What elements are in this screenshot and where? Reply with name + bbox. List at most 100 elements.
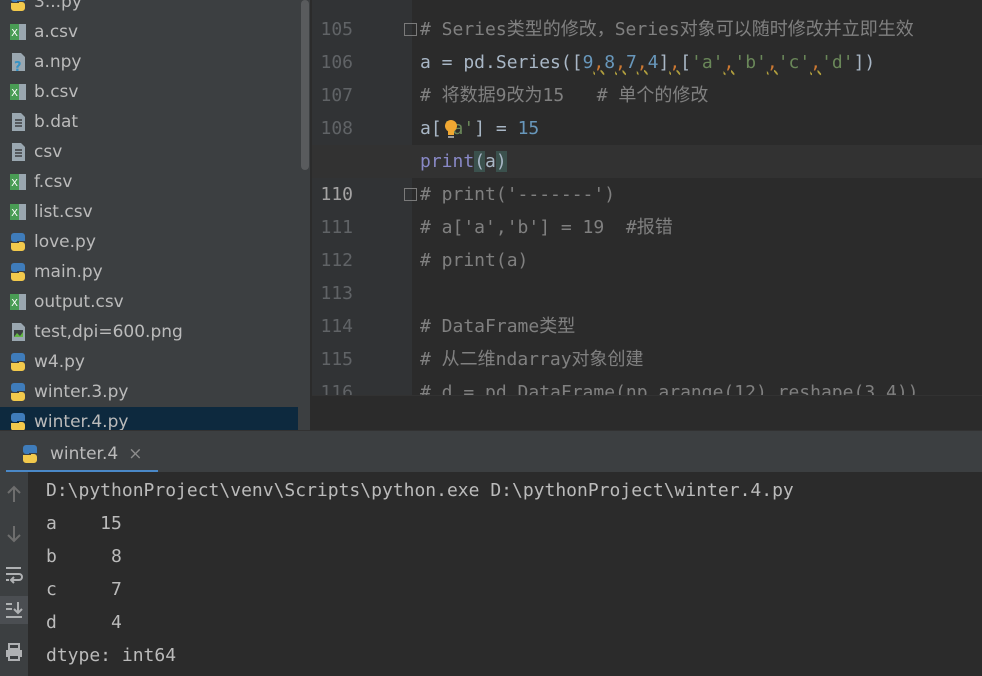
scroll-to-end-icon[interactable] bbox=[0, 596, 28, 624]
svg-text:X: X bbox=[11, 298, 18, 309]
file-tree-item-label: csv bbox=[34, 142, 63, 162]
code-line-current[interactable]: 110 print(a) bbox=[312, 145, 982, 205]
code-text: # 从二维ndarray对象创建 bbox=[420, 349, 644, 370]
code-token-string: 'a' bbox=[691, 52, 724, 73]
code-token-comma-warning: , bbox=[636, 52, 648, 73]
code-line[interactable]: 108 # 将数据9改为15 # 单个的修改 bbox=[312, 79, 982, 139]
up-arrow-icon[interactable] bbox=[0, 480, 28, 508]
code-text: a['a'] = 15 bbox=[420, 112, 539, 145]
svg-text:?: ? bbox=[14, 60, 22, 73]
code-line[interactable]: 111 # print('-------') bbox=[312, 178, 982, 238]
code-token-string: 'd' bbox=[821, 52, 854, 73]
file-tree-item[interactable]: Xoutput.csv bbox=[0, 287, 298, 317]
file-tree-item-label: test,dpi=600.png bbox=[34, 322, 183, 342]
csv-file-icon: X bbox=[10, 84, 26, 100]
file-tree-item[interactable]: b.dat bbox=[0, 107, 298, 137]
file-tree-item[interactable]: 3...py bbox=[0, 0, 298, 17]
file-tree-item[interactable]: main.py bbox=[0, 257, 298, 287]
code-token: ]) bbox=[853, 52, 876, 73]
lightbulb-icon[interactable] bbox=[443, 119, 459, 139]
code-line[interactable]: 105 bbox=[312, 0, 982, 40]
code-line[interactable]: 115 # DataFrame类型 bbox=[312, 310, 982, 370]
svg-text:X: X bbox=[11, 88, 18, 99]
file-tree-item[interactable]: Xb.csv bbox=[0, 77, 298, 107]
unknown-file-icon: ? bbox=[12, 53, 25, 73]
svg-text:X: X bbox=[11, 28, 18, 39]
python-file-icon bbox=[11, 413, 25, 430]
file-tree-item[interactable]: csv bbox=[0, 137, 298, 167]
code-token-paren: ( bbox=[474, 151, 486, 172]
file-tree-item[interactable]: Xf.csv bbox=[0, 167, 298, 197]
file-tree-item-label: b.csv bbox=[34, 82, 79, 102]
file-tree-item-label: winter.4.py bbox=[34, 412, 129, 430]
file-tree-item-label: b.dat bbox=[34, 112, 79, 132]
down-arrow-icon[interactable] bbox=[0, 520, 28, 548]
console-line: c 7 bbox=[46, 579, 122, 600]
console-output[interactable]: D:\pythonProject\venv\Scripts\python.exe… bbox=[28, 472, 982, 676]
file-tree-item[interactable]: Xa.csv bbox=[0, 17, 298, 47]
file-tree-item[interactable]: winter.4.py bbox=[0, 407, 298, 430]
code-token-comma-warning: , bbox=[723, 52, 735, 73]
code-line[interactable]: 109 a['a'] = 15 bbox=[312, 112, 982, 172]
file-tree-item[interactable]: ? a.npy bbox=[0, 47, 298, 77]
file-tree-item[interactable]: Xlist.csv bbox=[0, 197, 298, 227]
text-file-icon bbox=[12, 143, 25, 161]
run-toolbar bbox=[0, 472, 28, 676]
code-lines[interactable]: 105 106 # Series类型的修改，Series对象可以随时修改并立即生… bbox=[312, 0, 982, 395]
csv-file-icon: X bbox=[10, 24, 26, 40]
console-line: d 4 bbox=[46, 612, 122, 633]
code-token-string: 'c' bbox=[777, 52, 811, 73]
file-tree-item-label: f.csv bbox=[34, 172, 73, 192]
code-line[interactable]: 107 a = pd.Series([9,8,7,4],['a','b','c'… bbox=[312, 46, 982, 106]
code-line[interactable]: 117 # d = pd.DataFrame(np.arange(12).res… bbox=[312, 376, 982, 395]
code-token-comma-warning: , bbox=[669, 52, 681, 73]
code-line[interactable]: 106 # Series类型的修改，Series对象可以随时修改并立即生效 bbox=[312, 13, 982, 73]
code-text: # DataFrame类型 bbox=[420, 316, 576, 337]
code-line[interactable]: 113 # print(a) bbox=[312, 244, 982, 304]
file-tree-item[interactable]: love.py bbox=[0, 227, 298, 257]
code-editor[interactable]: 105 106 # Series类型的修改，Series对象可以随时修改并立即生… bbox=[312, 0, 982, 395]
fold-marker-icon[interactable] bbox=[404, 188, 417, 201]
code-token: ] = bbox=[474, 118, 518, 139]
code-token-number: 15 bbox=[517, 118, 540, 139]
text-file-icon bbox=[12, 113, 25, 131]
code-token-comma-warning: , bbox=[766, 52, 778, 73]
svg-text:X: X bbox=[11, 178, 18, 189]
code-text: # Series类型的修改，Series对象可以随时修改并立即生效 bbox=[420, 19, 914, 40]
print-icon[interactable] bbox=[0, 638, 28, 666]
file-tree-item-label: output.csv bbox=[34, 292, 124, 312]
run-tab-winter4[interactable]: winter.4 × bbox=[6, 437, 158, 473]
code-text: # 将数据9改为15 # 单个的修改 bbox=[420, 85, 709, 106]
run-tab-label: winter.4 bbox=[50, 443, 119, 464]
soft-wrap-icon[interactable] bbox=[0, 560, 28, 588]
python-file-icon bbox=[11, 233, 25, 251]
code-line[interactable]: 116 # 从二维ndarray对象创建 bbox=[312, 343, 982, 395]
file-tree-item[interactable]: winter.3.py bbox=[0, 377, 298, 407]
file-tree-item-label: list.csv bbox=[34, 202, 93, 222]
file-tree-item-label: main.py bbox=[34, 262, 103, 282]
code-token-comma-warning: , bbox=[593, 52, 605, 73]
file-tree-item-label: 3...py bbox=[34, 0, 82, 12]
python-file-icon bbox=[23, 444, 37, 463]
code-token-number: 7 bbox=[625, 52, 637, 73]
svg-text:X: X bbox=[11, 208, 18, 219]
close-icon[interactable]: × bbox=[128, 444, 142, 464]
code-token: ] bbox=[658, 52, 670, 73]
code-line[interactable]: 112 # a['a','b'] = 19 #报错 bbox=[312, 211, 982, 271]
project-tree-scrollbar-thumb[interactable] bbox=[301, 0, 309, 170]
code-line[interactable]: 114 bbox=[312, 277, 982, 337]
code-token: [ bbox=[571, 52, 583, 73]
code-token: [ bbox=[680, 52, 691, 73]
file-tree-item[interactable]: test,dpi=600.png bbox=[0, 317, 298, 347]
code-token-number: 4 bbox=[647, 52, 659, 73]
file-tree-item[interactable]: w4.py bbox=[0, 347, 298, 377]
code-token: a = pd.Series( bbox=[420, 52, 572, 73]
python-file-icon bbox=[11, 383, 25, 401]
csv-file-icon: X bbox=[10, 174, 26, 190]
editor-horizontal-scroll-area[interactable] bbox=[312, 395, 982, 430]
fold-marker-icon[interactable] bbox=[404, 23, 417, 36]
file-tree-item-label: w4.py bbox=[34, 352, 85, 372]
csv-file-icon: X bbox=[10, 294, 26, 310]
code-token-builtin: print bbox=[420, 151, 475, 172]
code-token-comma-warning: , bbox=[810, 52, 822, 73]
